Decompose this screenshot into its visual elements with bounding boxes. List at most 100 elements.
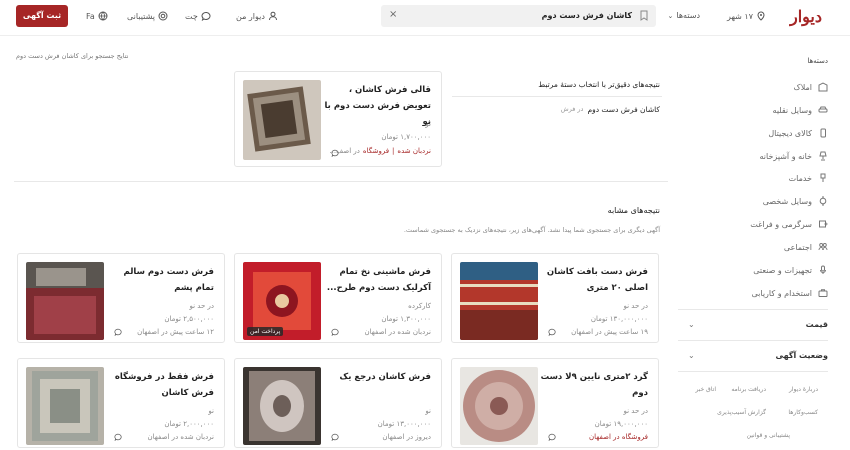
chat-icon[interactable] [548, 433, 556, 441]
chat-icon[interactable] [331, 433, 339, 441]
shop-badge: فروشگاه [362, 147, 390, 155]
ad-card[interactable]: فرش فقط در فروشگاه فرش کاشان نو ۲,۰۰۰,۰۰… [17, 358, 225, 448]
sidebar-item-jobs[interactable]: استخدام و کاریابی [688, 286, 828, 300]
ladder-badge: نردبان شده [397, 147, 431, 155]
search-input[interactable]: کاشان فرش دست دوم [542, 11, 632, 20]
categories-label: دسته‌ها [676, 11, 700, 20]
divider [678, 340, 828, 341]
watch-icon [819, 196, 827, 206]
ad-meta-text: فروشگاه در اصفهان [589, 433, 648, 441]
sidebar-item-real-estate[interactable]: املاک [688, 80, 828, 94]
ad-card[interactable]: فرش دست بافت کاشان اصلی ۲۰ متری در حد نو… [451, 253, 659, 343]
divar-logo[interactable]: دیوار [790, 7, 822, 26]
chat-icon[interactable] [331, 149, 339, 157]
ad-card[interactable]: فرش دست دوم سالم تمام پشم در حد نو ۲,۵۰۰… [17, 253, 225, 343]
bookmark-icon[interactable] [640, 10, 648, 21]
chevron-down-icon: ⌄ [688, 320, 695, 329]
footer-link-newsroom[interactable]: اتاق خبر [695, 386, 716, 393]
my-divar-button[interactable]: دیوار من [236, 11, 278, 21]
filter-status-label: وضعیت آگهی [775, 351, 828, 360]
people-icon [818, 243, 828, 251]
ad-meta: دیروز در اصفهان [382, 433, 431, 441]
brush-icon [820, 173, 826, 182]
related-search-link[interactable]: کاشان فرش دست دوم در فرش [561, 105, 660, 114]
ad-title: گرد ۲متری نایین ۹لا دست دوم [540, 372, 648, 398]
sidebar-item-label: تجهیزات و صنعتی [753, 265, 812, 275]
footer-link-about[interactable]: دربارهٔ دیوار [789, 386, 818, 393]
sidebar-item-industrial[interactable]: تجهیزات و صنعتی [688, 263, 828, 277]
chat-icon[interactable] [114, 328, 122, 336]
sidebar-item-personal[interactable]: وسایل شخصی [688, 194, 828, 208]
sidebar-item-services[interactable]: خدمات [688, 171, 828, 185]
ad-condition: در حد نو [189, 302, 214, 310]
chat-icon[interactable] [548, 328, 556, 336]
chat-icon [201, 11, 211, 21]
sidebar-item-label: کالای دیجیتال [768, 128, 812, 138]
ad-image [243, 80, 321, 160]
similar-heading: نتیجه‌های مشابه [607, 206, 660, 215]
related-search-term: کاشان فرش دست دوم [587, 105, 660, 114]
top-header: دیوار ۱۷ شهر دسته‌ها ⌄ کاشان فرش دست دوم… [0, 0, 850, 36]
building-icon [818, 82, 828, 92]
footer-link-vulnerability[interactable]: گزارش آسیب‌پذیری [717, 409, 766, 416]
city-label: ۱۷ شهر [727, 11, 753, 21]
ad-title: فرش کاشان درجع یک [339, 372, 431, 382]
related-heading: نتیجه‌های دقیق‌تر با انتخاب دستهٔ مرتبط [538, 80, 660, 89]
footer-link-support[interactable]: پشتیبانی و قوانین [747, 432, 790, 439]
results-caption: نتایج جستجو برای کاشان فرش دست دوم [16, 52, 129, 60]
ad-price: ۱,۳۰۰,۰۰۰ تومان [381, 315, 431, 323]
chat-icon[interactable] [331, 328, 339, 336]
phone-icon [820, 128, 826, 138]
chat-label: چت [185, 11, 198, 21]
ad-title: فرش فقط در فروشگاه فرش کاشان [114, 372, 214, 398]
clear-search-icon[interactable]: × [389, 9, 397, 20]
ad-meta: نردبان شده در اصفهان [364, 328, 431, 336]
sidebar-item-label: خدمات [788, 173, 812, 183]
meta-separator: | [392, 147, 395, 155]
sidebar-item-vehicles[interactable]: وسایل نقلیه [688, 103, 828, 117]
divider [678, 371, 828, 372]
support-button[interactable]: پشتیبانی [127, 11, 168, 21]
ad-card[interactable]: پرداخت امن فرش ماشینی نخ تمام آکرلیک دست… [234, 253, 442, 343]
post-ad-button[interactable]: ثبت آگهی [16, 5, 68, 27]
chat-button[interactable]: چت [185, 11, 211, 21]
sidebar-item-digital[interactable]: کالای دیجیتال [688, 126, 828, 140]
ad-title: فرش دست دوم سالم تمام پشم [123, 267, 214, 293]
ad-price: ۱۳,۰۰۰,۰۰۰ تومان [377, 420, 431, 428]
sidebar-item-social[interactable]: اجتماعی [688, 240, 828, 254]
ad-condition: در حد نو [623, 407, 648, 415]
filter-ad-status[interactable]: وضعیت آگهی ⌄ [688, 351, 828, 360]
ad-title: فرش دست بافت کاشان اصلی ۲۰ متری [546, 267, 648, 293]
sidebar-item-label: استخدام و کاریابی [751, 288, 813, 298]
ad-condition: نو [425, 120, 431, 128]
featured-ad-card[interactable]: قالی فرش کاشان ، تعویض فرش دست دوم با نو… [234, 71, 442, 167]
ad-card[interactable]: گرد ۲متری نایین ۹لا دست دوم در حد نو ۱۹,… [451, 358, 659, 448]
ad-price: ۲,۵۰۰,۰۰۰ تومان [164, 315, 214, 323]
ad-price: ۲,۰۰۰,۰۰۰ تومان [164, 420, 214, 428]
ad-image [460, 367, 538, 445]
chat-icon[interactable] [114, 433, 122, 441]
footer-link-app[interactable]: دریافت برنامه [731, 386, 766, 393]
footer-link-business[interactable]: کسب‌وکارها [788, 409, 818, 416]
ad-card[interactable]: فرش کاشان درجع یک نو ۱۳,۰۰۰,۰۰۰ تومان دی… [234, 358, 442, 448]
city-selector[interactable]: ۱۷ شهر [727, 11, 766, 21]
ad-image [26, 262, 104, 340]
ad-condition: در حد نو [623, 302, 648, 310]
divider [14, 181, 668, 182]
chevron-down-icon: ⌄ [667, 11, 674, 20]
search-box[interactable]: کاشان فرش دست دوم × [381, 5, 656, 27]
ad-image [460, 262, 538, 340]
filter-price[interactable]: قیمت ⌄ [688, 320, 828, 329]
divider [452, 96, 662, 97]
ad-title: فرش ماشینی نخ تمام آکرلیک دست دوم طرح... [326, 267, 431, 293]
my-divar-label: دیوار من [236, 11, 265, 21]
ad-meta: ۱۹ ساعت پیش در اصفهان [571, 328, 648, 336]
sidebar-item-home[interactable]: خانه و آشپزخانه [688, 149, 828, 163]
sidebar-item-label: سرگرمی و فراغت [750, 219, 812, 229]
sidebar-item-label: وسایل شخصی [762, 196, 812, 206]
categories-menu[interactable]: دسته‌ها ⌄ [668, 11, 701, 20]
sidebar-item-entertainment[interactable]: سرگرمی و فراغت [688, 217, 828, 231]
language-button[interactable]: Fa [86, 11, 108, 21]
ad-price: ۱۳۰,۰۰۰,۰۰۰ تومان [590, 315, 648, 323]
briefcase-icon [818, 289, 828, 297]
